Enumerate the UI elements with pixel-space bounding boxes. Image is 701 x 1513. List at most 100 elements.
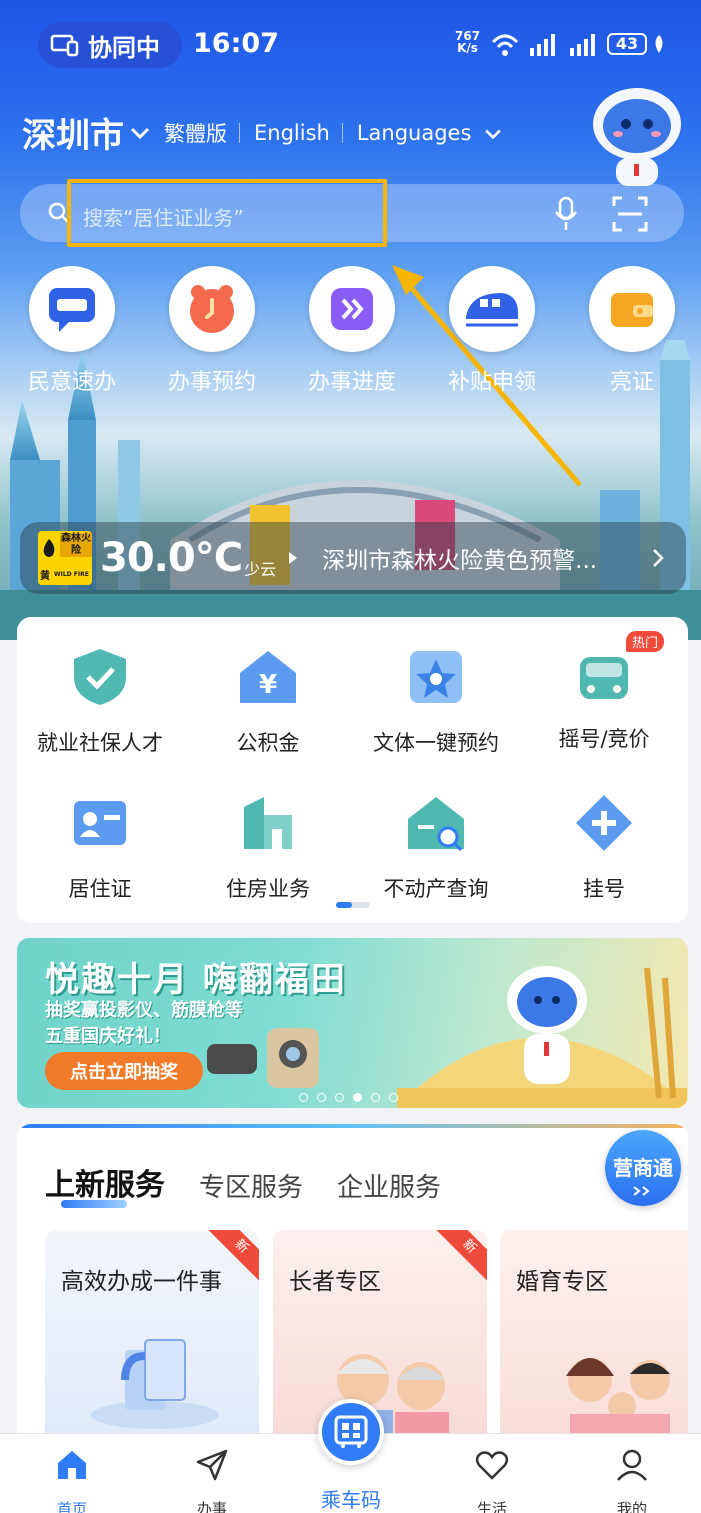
service-card-efficiency[interactable]: 高效办成一件事 新	[45, 1230, 259, 1444]
user-icon	[617, 1449, 647, 1481]
grid-item-label: 公积金	[236, 731, 300, 755]
grid-page-indicator	[336, 902, 370, 908]
quick-action-label: 办事预约	[167, 370, 256, 395]
id-card-icon	[74, 801, 126, 845]
leaf-icon	[655, 35, 663, 53]
medical-plus-icon	[576, 795, 632, 851]
quick-action-label: 亮证	[609, 370, 654, 395]
city-selector[interactable]: 深圳市	[22, 108, 150, 157]
home-icon	[58, 1451, 86, 1479]
grid-item-label: 摇号/竞价	[558, 727, 650, 751]
chevron-down-icon	[485, 129, 501, 139]
lang-english-link[interactable]: English	[254, 121, 330, 145]
carousel-dot[interactable]	[335, 1093, 344, 1102]
wallet-icon	[611, 293, 653, 327]
grid-item-housing[interactable]: 住房业务	[185, 793, 351, 903]
services-grid: 就业社保人才 ¥ 公积金 文体一键预约 热门 摇号/竞价 居住证 住房业务 不动…	[17, 617, 688, 923]
building-icon	[244, 797, 292, 849]
grid-item-label: 挂号	[583, 877, 625, 901]
card-title: 高效办成一件事	[61, 1269, 222, 1295]
promo-banner[interactable]: 悦趣十月 嗨翻福田 抽奖赢投影仪、筋膜枪等 五重国庆好礼！ 点击立即抽奖	[17, 938, 688, 1108]
grid-item-lottery[interactable]: 热门 摇号/竞价	[521, 631, 687, 753]
nav-home[interactable]: 首页	[22, 1448, 122, 1513]
weather-alert-bar[interactable]: 森林火险 黄 WILD FIRE 30.0℃ 少云 深圳市森林火险黄色预警...	[20, 522, 686, 594]
languages-dropdown[interactable]: Languages	[357, 121, 502, 145]
service-section: 上新服务 专区服务 企业服务 营商通 高效办成一件事 新 长者专区 新 婚育专区	[17, 1124, 688, 1444]
quick-action-progress[interactable]: 办事进度	[282, 266, 422, 396]
weather-condition: 少云	[244, 560, 277, 579]
nav-life[interactable]: 生活	[442, 1448, 542, 1513]
hot-badge: 热门	[625, 631, 664, 652]
house-search-icon	[408, 797, 464, 852]
family-illustration	[566, 1358, 670, 1440]
header-row: 深圳市 繁體版 English Languages	[22, 108, 502, 157]
grid-item-residence-permit[interactable]: 居住证	[17, 793, 183, 903]
signal-icon-2	[570, 34, 595, 56]
search-highlight-box	[67, 179, 387, 247]
banner-title: 悦趣十月 嗨翻福田	[45, 960, 347, 1000]
divider	[341, 122, 343, 143]
quick-action-appointment[interactable]: 办事预约	[142, 266, 282, 396]
tab-new-services[interactable]: 上新服务	[45, 1160, 165, 1204]
scan-icon[interactable]	[612, 196, 648, 232]
fire-warning-badge: 森林火险 黄 WILD FIRE	[38, 531, 92, 585]
ride-code-button[interactable]	[318, 1399, 384, 1465]
grid-item-housing-fund[interactable]: ¥ 公积金	[185, 647, 351, 757]
chevron-right-icon	[653, 549, 664, 567]
shield-check-icon	[74, 649, 126, 705]
nav-services[interactable]: 办事	[162, 1448, 262, 1513]
new-badge: 新	[432, 1230, 487, 1284]
carousel-dot[interactable]	[389, 1093, 398, 1102]
quick-action-subsidy[interactable]: 补贴申领	[422, 266, 562, 396]
card-title: 长者专区	[289, 1269, 381, 1295]
status-bar: 协同中 16:07 767 K/s 43	[0, 0, 701, 90]
banner-subtitle: 抽奖赢投影仪、筋膜枪等 五重国庆好礼！	[45, 1000, 243, 1047]
divider	[239, 122, 240, 143]
ride-code-label[interactable]: 乘车码	[300, 1484, 402, 1513]
microphone-icon[interactable]	[553, 196, 579, 232]
grid-item-sports-booking[interactable]: 文体一键预约	[353, 647, 519, 757]
grid-item-label: 文体一键预约	[373, 731, 499, 755]
temperature: 30.0℃	[100, 535, 243, 581]
grid-item-label: 就业社保人才	[37, 731, 163, 755]
banner-cta-button[interactable]: 点击立即抽奖	[45, 1052, 203, 1090]
double-chevron-icon	[633, 1186, 650, 1196]
quick-action-label: 补贴申领	[447, 370, 536, 395]
city-name: 深圳市	[22, 116, 124, 156]
devices-icon	[50, 34, 79, 57]
carousel-dot[interactable]	[299, 1093, 308, 1102]
quick-action-label: 办事进度	[307, 370, 396, 395]
carousel-dot[interactable]	[317, 1093, 326, 1102]
carousel-dot-active[interactable]	[353, 1093, 362, 1102]
quick-action-label: 民意速办	[27, 370, 116, 395]
mascot-avatar[interactable]	[586, 86, 688, 186]
tab-zone-services[interactable]: 专区服务	[199, 1167, 303, 1204]
service-card-elderly[interactable]: 长者专区 新	[273, 1230, 487, 1444]
feedback-icon	[49, 288, 95, 332]
yuan-house-icon: ¥	[240, 651, 296, 703]
mascot-illustration	[507, 966, 587, 1084]
tab-enterprise-services[interactable]: 企业服务	[337, 1167, 441, 1204]
grid-item-registration[interactable]: 挂号	[521, 793, 687, 903]
service-card-marriage[interactable]: 婚育专区	[500, 1230, 688, 1444]
business-float-button[interactable]: 营商通	[605, 1130, 681, 1206]
collab-indicator[interactable]: 协同中	[38, 22, 182, 68]
quick-action-feedback[interactable]: 民意速办	[2, 266, 142, 396]
play-triangle-icon	[289, 552, 298, 564]
heart-icon	[475, 1451, 509, 1480]
grid-item-property-query[interactable]: 不动产查询	[353, 793, 519, 903]
lang-traditional-link[interactable]: 繁體版	[164, 118, 227, 148]
grid-item-label: 住房业务	[226, 877, 310, 901]
hero-banner: 协同中 16:07 767 K/s 43 深圳市 繁體版 English Lang…	[0, 0, 701, 640]
carousel-dot[interactable]	[371, 1093, 380, 1102]
signal-icon	[530, 34, 555, 56]
quick-action-show-id[interactable]: 亮证	[562, 266, 701, 396]
active-tab-underline	[61, 1200, 127, 1208]
grid-item-employment[interactable]: 就业社保人才	[17, 647, 183, 757]
document-stack-illustration	[91, 1339, 219, 1429]
progress-icon	[331, 288, 373, 330]
bus-qr-icon	[334, 1415, 368, 1448]
train-icon	[466, 293, 518, 327]
wifi-icon	[491, 34, 519, 56]
nav-profile[interactable]: 我的	[582, 1448, 682, 1513]
